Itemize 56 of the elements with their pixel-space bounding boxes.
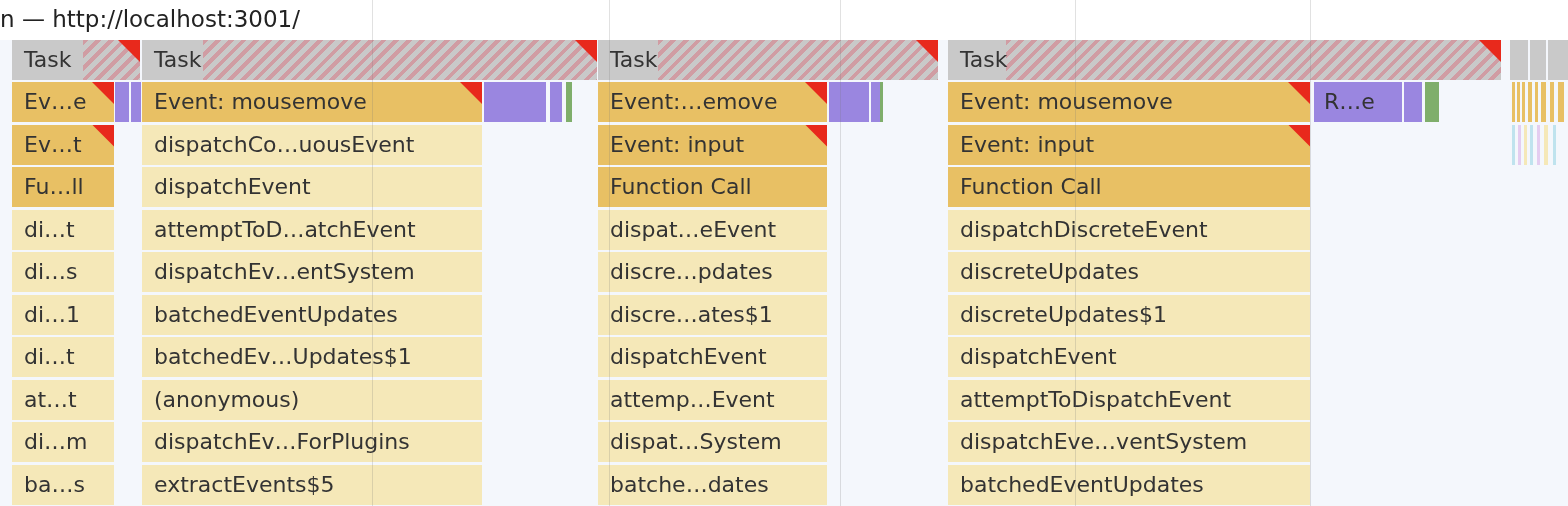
task-bar[interactable]: Task bbox=[948, 40, 1501, 80]
function-bar[interactable]: dispatchEv…entSystem bbox=[142, 252, 482, 292]
function-bar[interactable]: ba…s bbox=[12, 464, 114, 505]
function-bar[interactable]: attemptToD…atchEvent bbox=[142, 209, 482, 250]
function-bar[interactable]: discreteUpdates$1 bbox=[948, 294, 1310, 335]
task-bar[interactable]: Task bbox=[598, 40, 938, 80]
function-bar[interactable]: dispatchEvent bbox=[948, 337, 1310, 377]
rendering-bar[interactable] bbox=[115, 82, 129, 122]
event-bar[interactable]: Event: mousemove bbox=[948, 82, 1310, 122]
rendering-bar[interactable]: R…e bbox=[1314, 82, 1402, 122]
function-bar[interactable]: dispatchEv…ForPlugins bbox=[142, 422, 482, 462]
function-bar[interactable]: di…t bbox=[12, 337, 114, 377]
function-bar[interactable]: batchedEventUpdates bbox=[142, 294, 482, 335]
function-bar[interactable]: extractEvents$5 bbox=[142, 464, 482, 505]
function-bar[interactable]: dispatchCo…uousEvent bbox=[142, 124, 482, 165]
painting-bar[interactable] bbox=[880, 82, 883, 122]
event-bar[interactable]: Fu…ll bbox=[12, 167, 114, 207]
page-url-title: n — http://localhost:3001/ bbox=[0, 5, 300, 34]
function-bar[interactable]: di…s bbox=[12, 252, 114, 292]
rendering-bar[interactable] bbox=[871, 82, 881, 122]
task-bar[interactable]: Task bbox=[12, 40, 140, 80]
rendering-bar[interactable] bbox=[131, 82, 141, 122]
rendering-bar[interactable] bbox=[550, 82, 562, 122]
event-bar[interactable]: Event: input bbox=[598, 124, 827, 165]
function-bar[interactable]: attemptToDispatchEvent bbox=[948, 379, 1310, 420]
function-bar[interactable]: discreteUpdates bbox=[948, 252, 1310, 292]
function-bar[interactable]: batchedEventUpdates bbox=[948, 464, 1310, 505]
event-bar[interactable]: Function Call bbox=[948, 167, 1310, 207]
function-bar[interactable]: discre…pdates bbox=[598, 252, 827, 292]
rendering-bar[interactable] bbox=[1404, 82, 1422, 122]
function-bar[interactable]: di…1 bbox=[12, 294, 114, 335]
function-bar[interactable]: dispat…eEvent bbox=[598, 209, 827, 250]
painting-bar[interactable] bbox=[566, 82, 572, 122]
function-bar[interactable]: batchedEv…Updates$1 bbox=[142, 337, 482, 377]
function-bar[interactable]: dispatchEvent bbox=[598, 337, 827, 377]
event-bar[interactable]: Event: input bbox=[948, 124, 1310, 165]
task-bar[interactable]: Task bbox=[142, 40, 597, 80]
painting-bar[interactable] bbox=[1425, 82, 1439, 122]
function-bar[interactable]: dispatchEvent bbox=[142, 167, 482, 207]
function-bar[interactable]: (anonymous) bbox=[142, 379, 482, 420]
function-bar[interactable]: dispat…System bbox=[598, 422, 827, 462]
function-bar[interactable]: discre…ates$1 bbox=[598, 294, 827, 335]
function-bar[interactable]: di…m bbox=[12, 422, 114, 462]
event-bar[interactable]: Function Call bbox=[598, 167, 827, 207]
function-bar[interactable]: batche…dates bbox=[598, 464, 827, 505]
rendering-bar[interactable] bbox=[484, 82, 546, 122]
function-bar[interactable]: at…t bbox=[12, 379, 114, 420]
event-bar[interactable]: Ev…e bbox=[12, 82, 114, 122]
function-bar[interactable]: dispatchDiscreteEvent bbox=[948, 209, 1310, 250]
function-bar[interactable]: di…t bbox=[12, 209, 114, 250]
function-bar[interactable]: dispatchEve…ventSystem bbox=[948, 422, 1310, 462]
event-bar[interactable]: Ev…t bbox=[12, 124, 114, 165]
function-bar[interactable]: attemp…Event bbox=[598, 379, 827, 420]
event-bar[interactable]: Event: mousemove bbox=[142, 82, 482, 122]
event-bar[interactable]: Event:…emove bbox=[598, 82, 827, 122]
rendering-bar[interactable] bbox=[829, 82, 869, 122]
